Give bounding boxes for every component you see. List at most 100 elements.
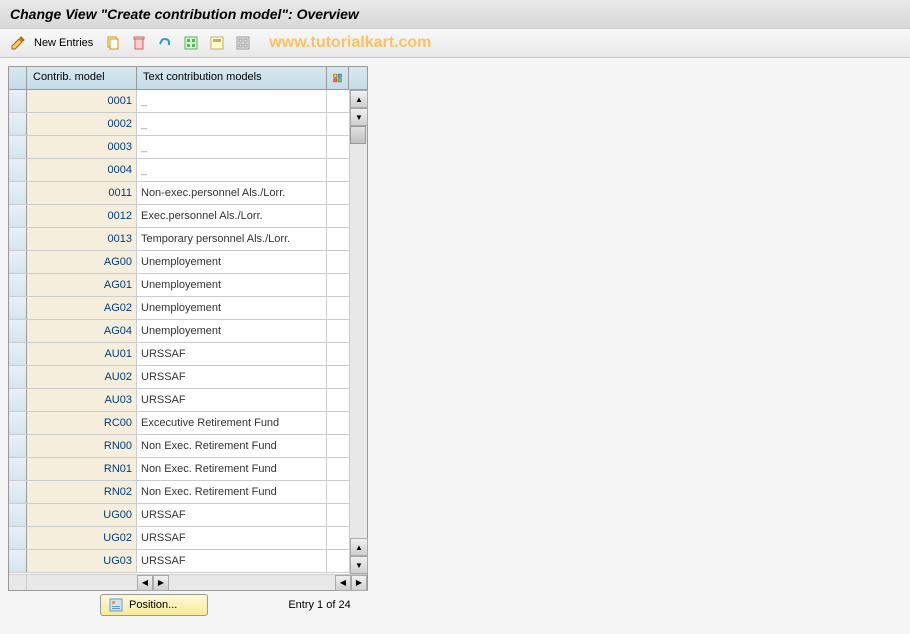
cell-model[interactable]: 0012 [27, 205, 137, 227]
table-row[interactable]: 0003 [9, 136, 367, 159]
row-selector[interactable] [9, 389, 27, 411]
select-block-icon[interactable] [207, 33, 227, 53]
cell-text[interactable]: Non-exec.personnel Als./Lorr. [137, 182, 327, 204]
cell-model[interactable]: 0001 [27, 90, 137, 112]
cell-model[interactable]: AU02 [27, 366, 137, 388]
undo-icon[interactable] [155, 33, 175, 53]
scroll-up-button[interactable]: ▲ [350, 90, 368, 108]
vertical-scrollbar[interactable]: ▲ ▼ ▲ ▼ [349, 90, 367, 574]
cell-model[interactable]: RN02 [27, 481, 137, 503]
cell-text[interactable]: Non Exec. Retirement Fund [137, 481, 327, 503]
scroll-down-button[interactable]: ▼ [350, 108, 368, 126]
cell-text[interactable]: Unemployement [137, 320, 327, 342]
table-settings-icon[interactable] [327, 67, 349, 89]
cell-text[interactable]: Temporary personnel Als./Lorr. [137, 228, 327, 250]
scroll-thumb[interactable] [350, 126, 366, 144]
cell-model[interactable]: AG02 [27, 297, 137, 319]
column-header-text[interactable]: Text contribution models [137, 67, 327, 89]
table-row[interactable]: 0013Temporary personnel Als./Lorr. [9, 228, 367, 251]
cell-model[interactable]: 0003 [27, 136, 137, 158]
copy-icon[interactable] [103, 33, 123, 53]
scroll-down-button-2[interactable]: ▼ [350, 556, 368, 574]
cell-model[interactable]: AG00 [27, 251, 137, 273]
change-icon[interactable] [8, 33, 28, 53]
table-row[interactable]: AG02Unemployement [9, 297, 367, 320]
row-selector[interactable] [9, 297, 27, 319]
table-row[interactable]: RN02Non Exec. Retirement Fund [9, 481, 367, 504]
table-row[interactable]: AU02URSSAF [9, 366, 367, 389]
table-row[interactable]: 0004 [9, 159, 367, 182]
cell-model[interactable]: AU03 [27, 389, 137, 411]
cell-model[interactable]: 0013 [27, 228, 137, 250]
cell-model[interactable]: 0002 [27, 113, 137, 135]
row-selector[interactable] [9, 435, 27, 457]
cell-text[interactable]: URSSAF [137, 550, 327, 572]
cell-model[interactable]: UG02 [27, 527, 137, 549]
cell-model[interactable]: RC00 [27, 412, 137, 434]
row-selector[interactable] [9, 90, 27, 112]
table-row[interactable]: RC00Excecutive Retirement Fund [9, 412, 367, 435]
row-selector[interactable] [9, 274, 27, 296]
table-row[interactable]: AU03URSSAF [9, 389, 367, 412]
cell-model[interactable]: RN01 [27, 458, 137, 480]
row-selector[interactable] [9, 136, 27, 158]
scroll-left-button[interactable]: ◀ [137, 575, 153, 591]
scroll-right-button[interactable]: ▶ [153, 575, 169, 591]
cell-text[interactable]: Excecutive Retirement Fund [137, 412, 327, 434]
cell-model[interactable]: UG03 [27, 550, 137, 572]
table-row[interactable]: AG04Unemployement [9, 320, 367, 343]
scroll-up-button-2[interactable]: ▲ [350, 538, 368, 556]
cell-text[interactable] [137, 113, 327, 135]
cell-model[interactable]: AG01 [27, 274, 137, 296]
table-row[interactable]: RN00Non Exec. Retirement Fund [9, 435, 367, 458]
cell-text[interactable] [137, 159, 327, 181]
cell-text[interactable]: URSSAF [137, 366, 327, 388]
row-selector[interactable] [9, 458, 27, 480]
row-selector[interactable] [9, 182, 27, 204]
row-selector-header[interactable] [9, 67, 27, 89]
cell-text[interactable]: Unemployement [137, 274, 327, 296]
cell-text[interactable]: URSSAF [137, 527, 327, 549]
table-row[interactable]: AG01Unemployement [9, 274, 367, 297]
cell-model[interactable]: UG00 [27, 504, 137, 526]
row-selector[interactable] [9, 366, 27, 388]
cell-text[interactable]: URSSAF [137, 389, 327, 411]
cell-model[interactable]: 0004 [27, 159, 137, 181]
row-selector[interactable] [9, 113, 27, 135]
table-row[interactable]: AU01URSSAF [9, 343, 367, 366]
position-button[interactable]: Position... [100, 594, 208, 616]
scroll-right-button-2[interactable]: ▶ [351, 575, 367, 591]
cell-text[interactable]: Unemployement [137, 297, 327, 319]
cell-text[interactable]: URSSAF [137, 504, 327, 526]
select-all-icon[interactable] [181, 33, 201, 53]
new-entries-button[interactable]: New Entries [34, 37, 93, 49]
cell-model[interactable]: RN00 [27, 435, 137, 457]
cell-text[interactable]: Non Exec. Retirement Fund [137, 458, 327, 480]
table-row[interactable]: 0012Exec.personnel Als./Lorr. [9, 205, 367, 228]
column-header-model[interactable]: Contrib. model [27, 67, 137, 89]
row-selector[interactable] [9, 481, 27, 503]
row-selector[interactable] [9, 159, 27, 181]
row-selector[interactable] [9, 527, 27, 549]
row-selector[interactable] [9, 504, 27, 526]
table-row[interactable]: UG02URSSAF [9, 527, 367, 550]
cell-text[interactable]: Unemployement [137, 251, 327, 273]
cell-model[interactable]: 0011 [27, 182, 137, 204]
row-selector[interactable] [9, 343, 27, 365]
cell-model[interactable]: AU01 [27, 343, 137, 365]
scroll-left-button-2[interactable]: ◀ [335, 575, 351, 591]
deselect-all-icon[interactable] [233, 33, 253, 53]
row-selector[interactable] [9, 228, 27, 250]
cell-text[interactable] [137, 136, 327, 158]
table-row[interactable]: UG03URSSAF [9, 550, 367, 573]
row-selector[interactable] [9, 412, 27, 434]
table-row[interactable]: AG00Unemployement [9, 251, 367, 274]
horizontal-scrollbar[interactable]: ◀ ▶ ◀ ▶ [9, 574, 367, 590]
row-selector[interactable] [9, 320, 27, 342]
row-selector[interactable] [9, 550, 27, 572]
table-row[interactable]: UG00URSSAF [9, 504, 367, 527]
cell-text[interactable]: Non Exec. Retirement Fund [137, 435, 327, 457]
row-selector[interactable] [9, 205, 27, 227]
row-selector[interactable] [9, 251, 27, 273]
cell-text[interactable]: URSSAF [137, 343, 327, 365]
